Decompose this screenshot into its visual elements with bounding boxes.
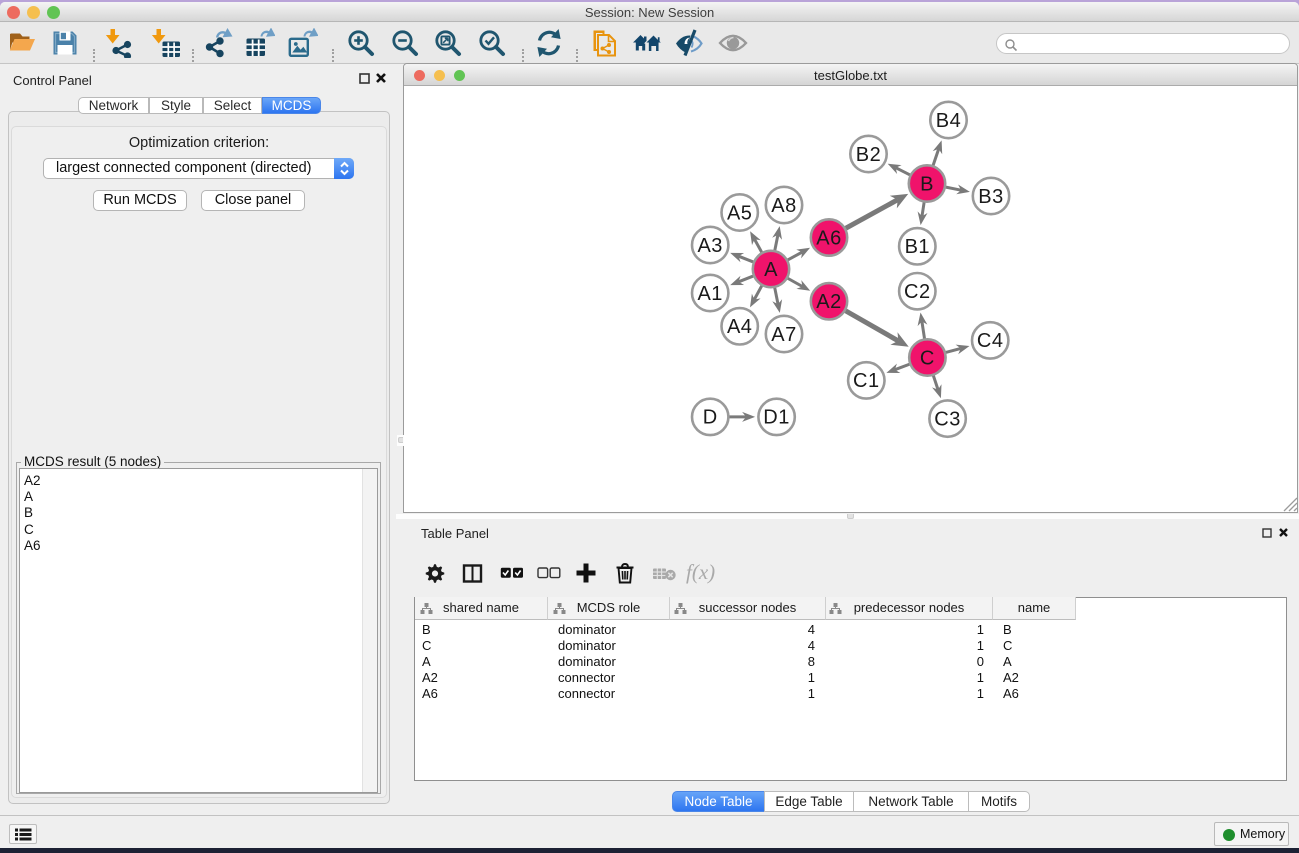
svg-text:C4: C4: [977, 330, 1004, 352]
svg-text:D: D: [703, 407, 718, 429]
svg-text:B1: B1: [905, 236, 930, 258]
svg-text:A8: A8: [771, 195, 796, 217]
svg-text:C1: C1: [853, 370, 880, 392]
svg-text:D1: D1: [763, 407, 790, 429]
svg-text:B3: B3: [978, 186, 1003, 208]
svg-text:C: C: [920, 347, 935, 369]
svg-text:B: B: [920, 173, 934, 195]
svg-text:C2: C2: [904, 281, 931, 303]
svg-text:C3: C3: [934, 408, 961, 430]
svg-text:A2: A2: [816, 291, 841, 313]
svg-text:B2: B2: [856, 144, 881, 166]
svg-text:A6: A6: [816, 227, 841, 249]
svg-text:A7: A7: [771, 324, 796, 346]
svg-text:A: A: [764, 259, 778, 281]
svg-text:A3: A3: [697, 235, 722, 257]
svg-text:A5: A5: [727, 202, 752, 224]
svg-text:A1: A1: [697, 283, 722, 305]
svg-text:B4: B4: [936, 110, 961, 132]
svg-text:A4: A4: [727, 316, 752, 338]
